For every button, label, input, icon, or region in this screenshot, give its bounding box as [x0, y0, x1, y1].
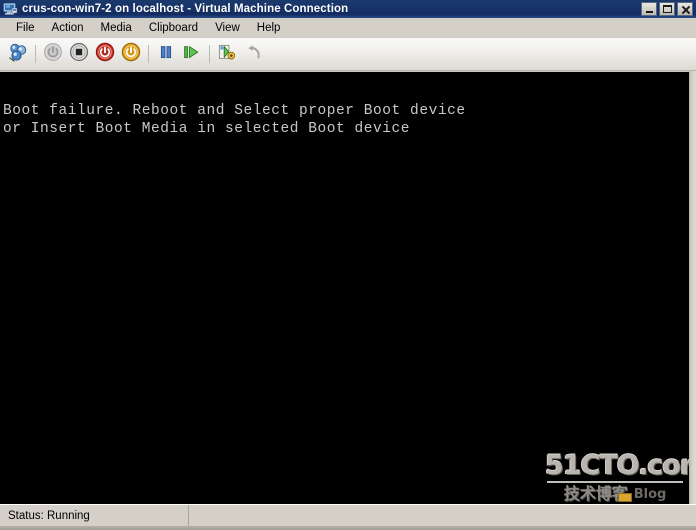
pause-button[interactable]	[153, 41, 179, 67]
start-button[interactable]	[40, 41, 66, 67]
window-title: crus-con-win7-2 on localhost - Virtual M…	[22, 3, 349, 15]
snapshot-icon	[216, 42, 238, 67]
title-bar[interactable]: crus-con-win7-2 on localhost - Virtual M…	[0, 0, 696, 18]
menu-item-media[interactable]: Media	[93, 19, 141, 37]
ctrl-alt-delete-button[interactable]	[5, 41, 31, 67]
maximize-button[interactable]	[659, 2, 675, 16]
toolbar-separator	[209, 45, 210, 63]
status-cell-status: Status: Running	[0, 505, 189, 526]
snapshot-button[interactable]	[214, 41, 240, 67]
resume-button[interactable]	[179, 41, 205, 67]
menu-item-file[interactable]: File	[8, 19, 44, 37]
watermark-divider	[547, 481, 683, 483]
toolbar	[0, 38, 696, 71]
ctrl-alt-delete-icon	[7, 42, 29, 67]
vm-console-screen[interactable]: Boot failure. Reboot and Select proper B…	[0, 72, 689, 504]
virtual-machine-connection-window: crus-con-win7-2 on localhost - Virtual M…	[0, 0, 696, 530]
reset-button[interactable]	[118, 41, 144, 67]
watermark-sub: 技术博客 Blog	[545, 485, 685, 503]
resume-icon	[181, 42, 203, 67]
minimize-button[interactable]	[641, 2, 657, 16]
menu-item-action[interactable]: Action	[44, 19, 93, 37]
close-button[interactable]	[677, 2, 693, 16]
vm-console-text: Boot failure. Reboot and Select proper B…	[3, 103, 466, 137]
status-bar: Status: Running	[0, 504, 696, 526]
menu-item-view[interactable]: View	[207, 19, 249, 37]
vm-right-border	[689, 71, 696, 504]
watermark: 51CTO.com 技术博客 Blog	[545, 450, 689, 503]
window-bottom-edge	[0, 526, 696, 530]
reset-icon	[121, 42, 141, 67]
pause-icon	[156, 42, 176, 67]
watermark-sub-cn-text: 技术博客	[563, 484, 628, 503]
minimize-icon	[645, 11, 653, 13]
status-cell-empty	[189, 505, 696, 526]
virtual-machine-monitor-icon[interactable]	[3, 2, 18, 16]
status-text: Status: Running	[8, 509, 90, 522]
watermark-main-text: 51CTO.com	[545, 450, 689, 481]
revert-button[interactable]	[240, 41, 266, 67]
turn-off-button[interactable]	[92, 41, 118, 67]
menu-item-help[interactable]: Help	[249, 19, 290, 37]
revert-icon	[242, 42, 264, 67]
window-controls	[641, 2, 693, 16]
menu-item-clipboard[interactable]: Clipboard	[141, 19, 207, 37]
watermark-sub-en-text: Blog	[633, 486, 667, 502]
shut-down-icon	[69, 42, 89, 67]
toolbar-separator	[148, 45, 149, 63]
close-icon	[681, 5, 690, 14]
maximize-icon	[662, 5, 672, 13]
watermark-badge-icon	[617, 492, 632, 502]
turn-off-icon	[95, 42, 115, 67]
menu-bar: File Action Media Clipboard View Help	[0, 18, 696, 38]
power-on-icon	[43, 42, 63, 67]
toolbar-separator	[35, 45, 36, 63]
vm-display-area: Boot failure. Reboot and Select proper B…	[0, 71, 696, 504]
shut-down-button[interactable]	[66, 41, 92, 67]
